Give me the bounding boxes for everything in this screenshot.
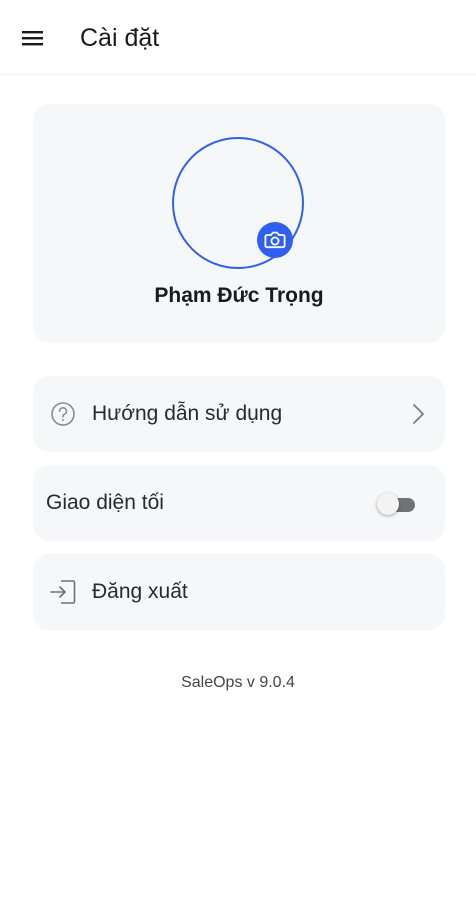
guide-label: Hướng dẫn sử dụng [92, 402, 283, 425]
app-version: SaleOps v 9.0.4 [181, 674, 295, 691]
dark-mode-toggle[interactable] [377, 489, 417, 517]
guide-menu-item[interactable]: Hướng dẫn sử dụng [33, 376, 445, 452]
app-bar: Cài đặt [0, 0, 476, 74]
logout-menu-item[interactable]: Đăng xuất [33, 554, 445, 630]
camera-icon [264, 231, 286, 249]
help-circle-icon [48, 399, 78, 429]
logout-label: Đăng xuất [92, 580, 188, 603]
page-title: Cài đặt [80, 24, 160, 52]
change-avatar-button[interactable] [257, 222, 293, 258]
dark-mode-label: Giao diện tối [46, 491, 164, 514]
hamburger-menu-icon[interactable] [22, 22, 62, 54]
chevron-right-icon [408, 401, 428, 427]
logout-icon [48, 577, 78, 607]
dark-mode-menu-item: Giao diện tối [33, 465, 445, 541]
user-name: Phạm Đức Trọng [154, 284, 324, 307]
toggle-thumb [377, 493, 399, 515]
